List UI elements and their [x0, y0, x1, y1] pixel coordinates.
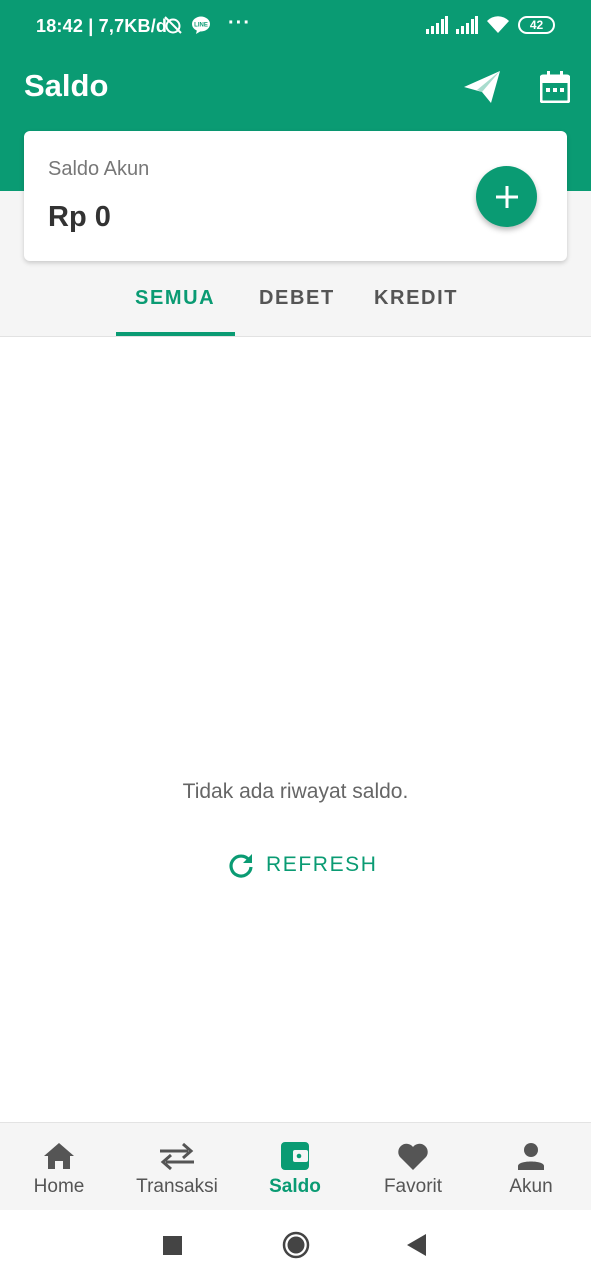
home-icon [44, 1143, 74, 1169]
calendar-icon [540, 71, 570, 103]
wallet-icon [281, 1142, 309, 1170]
signal-icon [426, 16, 448, 34]
swap-icon [160, 1142, 194, 1171]
balance-label: Saldo Akun [48, 158, 150, 180]
tab-indicator [116, 332, 235, 336]
wifi-icon [487, 16, 509, 33]
signal-icon-2 [456, 16, 478, 34]
empty-state-message: Tidak ada riwayat saldo. [182, 780, 409, 803]
send-button[interactable] [462, 68, 502, 106]
balance-card: Saldo Akun Rp 0 [24, 131, 567, 261]
nav-favorit[interactable]: Favorit [354, 1123, 472, 1211]
nav-home-label: Home [33, 1176, 85, 1197]
home-system-icon[interactable] [282, 1231, 310, 1259]
nav-akun-label: Akun [509, 1176, 553, 1197]
nav-transaksi[interactable]: Transaksi [118, 1123, 236, 1211]
tab-semua[interactable]: SEMUA [135, 287, 215, 337]
tab-debet[interactable]: DEBET [259, 287, 335, 337]
balance-value: Rp 0 [48, 201, 111, 233]
send-icon [464, 71, 500, 103]
tab-kredit[interactable]: KREDIT [374, 287, 458, 337]
refresh-button[interactable]: REFRESH [228, 852, 378, 878]
svg-text:LINE: LINE [194, 23, 208, 29]
nav-saldo[interactable]: Saldo [236, 1123, 354, 1211]
nav-transaksi-label: Transaksi [136, 1176, 218, 1197]
heart-icon [398, 1143, 428, 1170]
nav-akun[interactable]: Akun [472, 1123, 590, 1211]
status-bar: 18:42 | 7,7KB/d LINE ··· 42 [0, 0, 591, 54]
system-navigation-bar [0, 1210, 591, 1280]
back-icon[interactable] [407, 1234, 427, 1256]
person-icon [518, 1143, 544, 1170]
battery-indicator: 42 [518, 16, 555, 34]
calendar-button[interactable] [535, 68, 575, 106]
bottom-navigation: Home Transaksi Saldo Favorit Akun [0, 1122, 591, 1210]
nav-favorit-label: Favorit [383, 1176, 443, 1197]
page-title: Saldo [24, 68, 109, 103]
recent-apps-icon[interactable] [163, 1236, 182, 1255]
plus-icon [495, 185, 518, 208]
refresh-label: REFRESH [266, 853, 378, 876]
add-balance-button[interactable] [476, 166, 537, 227]
nav-saldo-label: Saldo [269, 1176, 321, 1197]
line-app-icon: LINE [192, 16, 210, 34]
nav-home[interactable]: Home [0, 1123, 118, 1211]
status-time: 18:42 | 7,7KB/d [36, 16, 168, 36]
refresh-icon [229, 854, 253, 878]
alarm-off-icon [164, 16, 182, 34]
more-notifications-icon: ··· [228, 12, 251, 34]
